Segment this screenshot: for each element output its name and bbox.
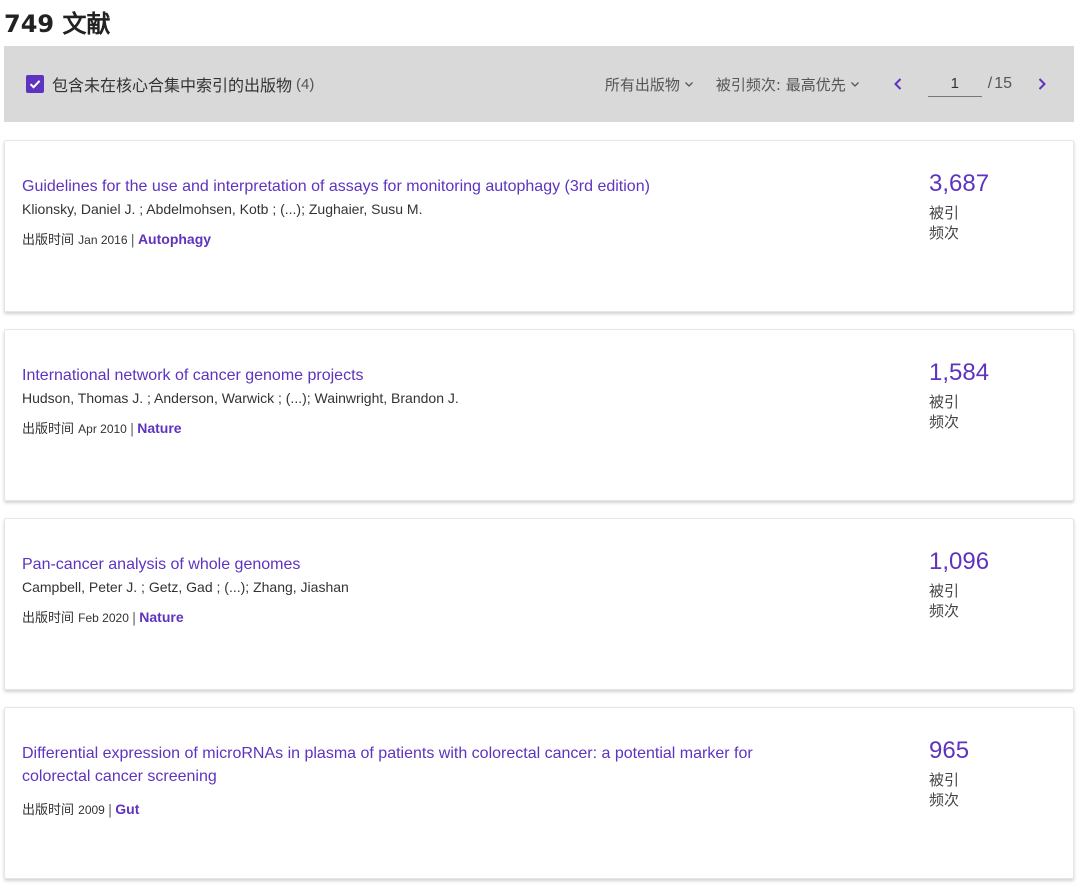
chevron-left-icon <box>893 78 901 90</box>
meta-separator: | <box>130 233 135 248</box>
record-title-link[interactable]: Differential expression of microRNAs in … <box>22 742 812 788</box>
meta-separator: | <box>129 422 135 437</box>
publication-date-label: 出版时间 <box>22 233 75 248</box>
chevron-down-icon <box>684 82 693 87</box>
citation-count-link[interactable]: 3,687 <box>929 169 1049 199</box>
publication-date-label: 出版时间 <box>22 803 75 818</box>
results-page: 749 文献 包含未在核心合集中索引的出版物 (4) 所有出版物 被引频次: 最… <box>0 0 1080 884</box>
previous-page-button[interactable] <box>888 74 908 94</box>
journal-link[interactable]: Gut <box>115 801 139 817</box>
page-total: 15 <box>994 75 1012 92</box>
publication-date: Apr 2010 <box>78 422 127 436</box>
publications-filter-label: 所有出版物 <box>604 75 680 94</box>
publication-date: Jan 2016 <box>78 233 128 247</box>
record-card: Pan-cancer analysis of whole genomes Cam… <box>4 518 1074 690</box>
page-number-input[interactable] <box>927 71 982 97</box>
citation-count-link[interactable]: 965 <box>929 736 1049 766</box>
sort-label: 被引频次: 最高优先 <box>715 75 846 94</box>
results-toolbar: 包含未在核心合集中索引的出版物 (4) 所有出版物 被引频次: 最高优先 / 1… <box>4 46 1074 122</box>
citation-count-label: 被引频次 <box>929 204 960 242</box>
include-non-core-label[interactable]: 包含未在核心合集中索引的出版物 <box>52 72 292 96</box>
citation-count-link[interactable]: 1,584 <box>929 358 1049 388</box>
include-non-core-count: (4) <box>296 75 315 93</box>
sort-dropdown[interactable]: 被引频次: 最高优先 <box>716 74 860 95</box>
next-page-button[interactable] <box>1032 74 1052 94</box>
citation-count-label: 被引频次 <box>929 771 960 809</box>
meta-separator: | <box>107 803 113 818</box>
citation-block: 1,584 被引频次 <box>929 358 1049 432</box>
record-publication-info: 出版时间 2009 | Gut <box>22 800 812 820</box>
record-publication-info: 出版时间 Apr 2010 | Nature <box>22 419 812 439</box>
citation-count-link[interactable]: 1,096 <box>929 547 1049 577</box>
journal-link[interactable]: Nature <box>139 609 183 625</box>
record-publication-info: 出版时间 Feb 2020 | Nature <box>22 608 812 628</box>
publication-date: 2009 <box>78 803 105 817</box>
record-card: Guidelines for the use and interpretatio… <box>4 140 1074 312</box>
chevron-down-icon <box>850 82 859 87</box>
record-card: Differential expression of microRNAs in … <box>4 707 1074 879</box>
include-non-core-checkbox[interactable]: 包含未在核心合集中索引的出版物 (4) <box>26 72 314 96</box>
record-title-link[interactable]: International network of cancer genome p… <box>22 364 812 387</box>
citation-block: 965 被引频次 <box>929 736 1049 810</box>
publications-filter-dropdown[interactable]: 所有出版物 <box>605 74 694 95</box>
record-publication-info: 出版时间 Jan 2016 | Autophagy <box>22 230 812 250</box>
citation-block: 3,687 被引频次 <box>929 169 1049 243</box>
citation-block: 1,096 被引频次 <box>929 547 1049 621</box>
record-title-link[interactable]: Guidelines for the use and interpretatio… <box>22 175 812 198</box>
journal-link[interactable]: Nature <box>137 420 181 436</box>
pagination: / 15 <box>888 71 1052 97</box>
record-title-link[interactable]: Pan-cancer analysis of whole genomes <box>22 553 812 576</box>
citation-count-label: 被引频次 <box>929 393 960 431</box>
publication-date-label: 出版时间 <box>22 422 75 437</box>
record-authors: Klionsky, Daniel J. ; Abdelmohsen, Kotb … <box>22 201 423 217</box>
journal-link[interactable]: Autophagy <box>138 231 211 247</box>
results-count-title: 749 文献 <box>4 10 111 38</box>
citation-count-label: 被引频次 <box>929 582 960 620</box>
chevron-right-icon <box>1038 78 1046 90</box>
checkbox-checked-icon[interactable] <box>26 75 44 93</box>
record-authors: Hudson, Thomas J. ; Anderson, Warwick ; … <box>22 390 459 406</box>
record-card: International network of cancer genome p… <box>4 329 1074 501</box>
record-authors: Campbell, Peter J. ; Getz, Gad ; (...); … <box>22 579 349 595</box>
publication-date-label: 出版时间 <box>22 611 75 626</box>
meta-separator: | <box>131 611 137 626</box>
page-separator: / <box>987 75 993 92</box>
publication-date: Feb 2020 <box>78 611 129 625</box>
